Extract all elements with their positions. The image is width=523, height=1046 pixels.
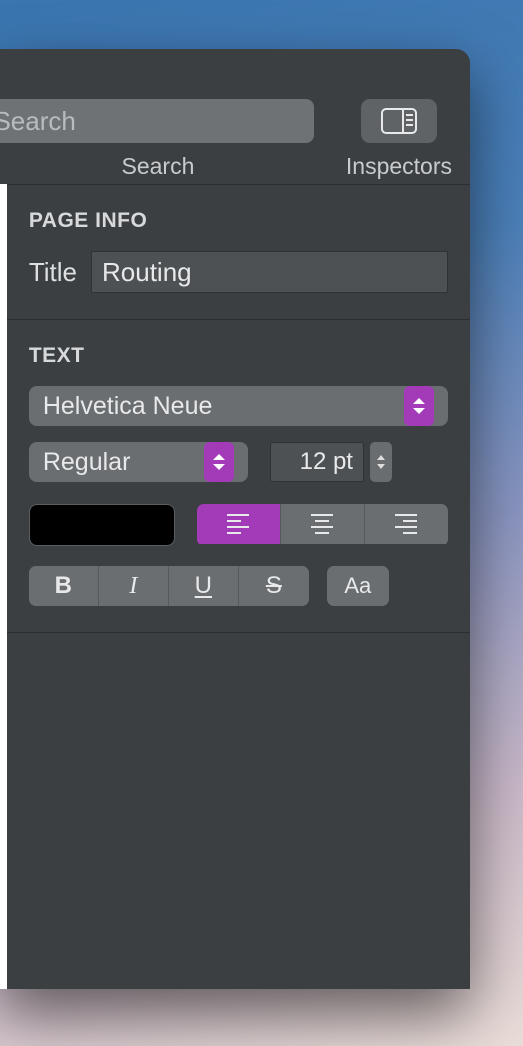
page-info-section: PAGE INFO Title bbox=[7, 185, 470, 320]
inspectors-column: Inspectors bbox=[346, 99, 452, 180]
strike-button[interactable]: S bbox=[239, 566, 309, 606]
text-style-segmented: B I U S bbox=[29, 566, 309, 606]
align-left-button[interactable] bbox=[197, 504, 281, 544]
align-right-button[interactable] bbox=[365, 504, 448, 544]
search-input[interactable]: Search bbox=[0, 99, 314, 143]
text-case-button[interactable]: Aa bbox=[327, 566, 389, 606]
font-size-stepper[interactable] bbox=[370, 442, 392, 482]
font-weight-stepper-icon bbox=[204, 442, 234, 482]
text-section: TEXT Helvetica Neue Regular bbox=[7, 320, 470, 633]
chevron-up-icon bbox=[377, 455, 385, 460]
font-weight-popup[interactable]: Regular bbox=[29, 442, 248, 482]
font-family-stepper-icon bbox=[404, 386, 434, 426]
inspectors-tab-label[interactable]: Inspectors bbox=[346, 153, 452, 180]
search-column: Search Search bbox=[0, 99, 316, 180]
alignment-segmented bbox=[197, 504, 448, 546]
text-heading: TEXT bbox=[29, 344, 448, 368]
bold-button[interactable]: B bbox=[29, 566, 99, 606]
underline-button[interactable]: U bbox=[169, 566, 239, 606]
align-center-icon bbox=[311, 514, 333, 534]
inspector-panel: PAGE INFO Title TEXT Helvetica Neue Regu… bbox=[7, 184, 470, 989]
align-center-button[interactable] bbox=[281, 504, 365, 544]
text-color-well[interactable] bbox=[29, 504, 175, 546]
content-row: PAGE INFO Title TEXT Helvetica Neue Regu… bbox=[0, 184, 470, 989]
italic-button[interactable]: I bbox=[99, 566, 169, 606]
inspectors-button[interactable] bbox=[361, 99, 437, 143]
inspector-window: Search Search Inspectors PAGE INFO bbox=[0, 49, 470, 989]
panel-icon bbox=[381, 108, 417, 134]
title-input[interactable] bbox=[91, 251, 448, 293]
chevron-down-icon bbox=[377, 464, 385, 469]
font-size-input[interactable] bbox=[270, 442, 364, 482]
font-weight-value: Regular bbox=[43, 448, 196, 477]
font-family-value: Helvetica Neue bbox=[43, 392, 396, 421]
toolbar: Search Search Inspectors bbox=[0, 49, 470, 184]
title-label: Title bbox=[29, 257, 77, 288]
search-tab-label[interactable]: Search bbox=[122, 153, 195, 180]
font-family-popup[interactable]: Helvetica Neue bbox=[29, 386, 448, 426]
search-placeholder: Search bbox=[0, 106, 76, 137]
align-left-icon bbox=[227, 514, 249, 534]
page-info-heading: PAGE INFO bbox=[29, 209, 448, 233]
canvas-area[interactable] bbox=[0, 184, 7, 989]
align-right-icon bbox=[395, 514, 417, 534]
